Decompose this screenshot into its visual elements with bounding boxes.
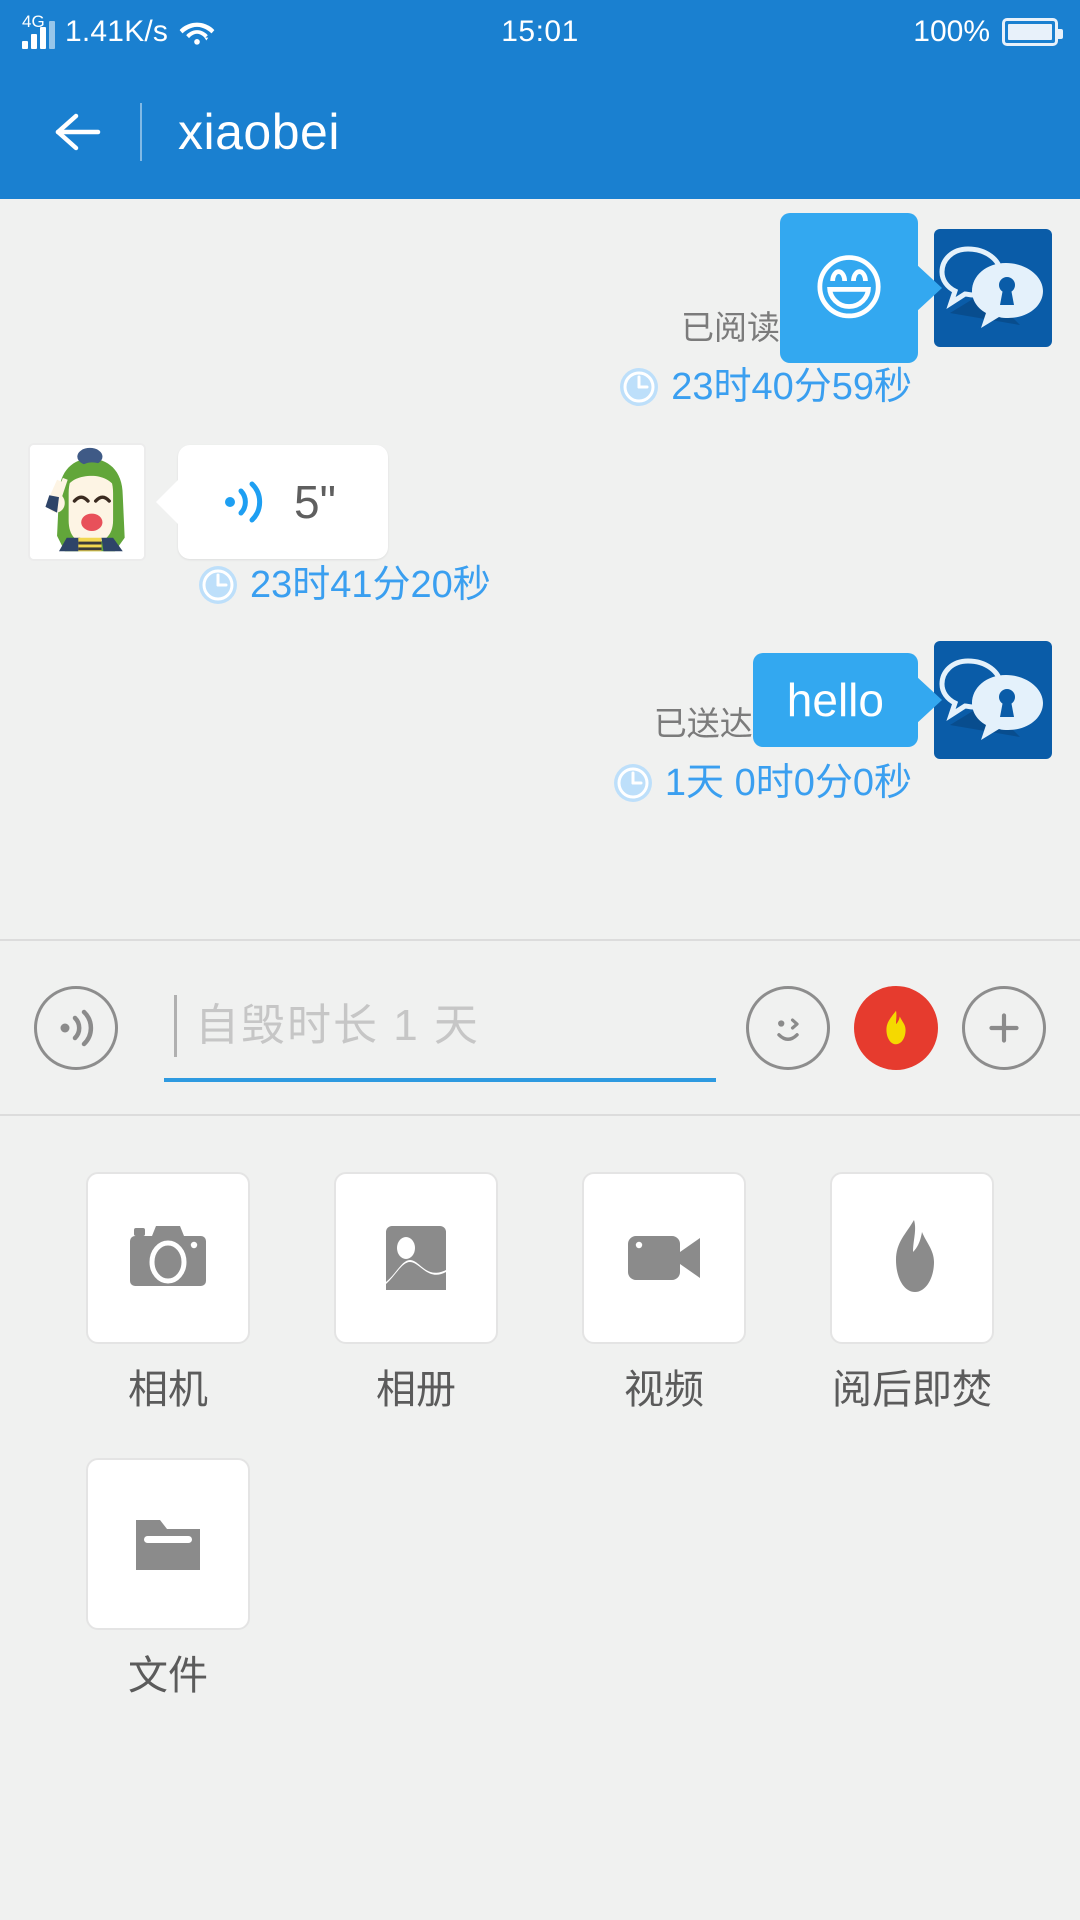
page-title: xiaobei [178, 103, 340, 160]
status-bar: 4G 1.41K/s 15:01 100% [0, 0, 1080, 64]
clock-icon [620, 368, 659, 406]
message-input-placeholder: 自毁时长 1 天 [195, 1000, 480, 1050]
bubble-wrap: 5" [28, 443, 388, 561]
message-item: 已送达 hello 1天 0时0分0秒 [0, 641, 1080, 803]
flame-icon [896, 1220, 934, 1292]
attachment-label: 相册 [376, 1368, 456, 1412]
photo-album-icon [386, 1226, 446, 1290]
clock-icon [613, 764, 652, 802]
app-logo-avatar-icon [934, 229, 1052, 347]
voice-record-button[interactable] [34, 985, 118, 1070]
message-input-bar: 自毁时长 1 天 [0, 941, 1080, 1116]
attachment-item-video[interactable]: 视频 [540, 1172, 788, 1410]
app-bar: xiaobei [0, 64, 1080, 199]
attachment-item-file[interactable]: 文件 [44, 1458, 292, 1696]
message-list[interactable]: 已阅读 😄 23时40分59秒 5" 23时41分20秒 已送达 hello 1… [0, 199, 1080, 941]
cellular-signal-icon: 4G [22, 12, 55, 49]
message-row-outgoing: 已送达 hello [0, 641, 1080, 759]
attachment-label: 文件 [128, 1654, 208, 1698]
clock-icon [199, 566, 237, 604]
emoji-smiley-icon [777, 1018, 799, 1041]
text-caret [174, 994, 177, 1057]
burn-after-reading-button[interactable] [854, 985, 938, 1070]
message-timestamp: 23时40分59秒 [671, 366, 912, 408]
message-timestamp: 23时41分20秒 [250, 564, 491, 606]
message-bubble-voice[interactable]: 5" [178, 445, 388, 559]
camera-icon [130, 1226, 206, 1286]
voice-wave-icon [225, 481, 263, 523]
message-timestamp-row: 23时40分59秒 [0, 367, 1080, 407]
status-bar-right: 100% [579, 15, 1064, 48]
network-type-label: 4G [22, 12, 45, 31]
wifi-icon [179, 22, 215, 45]
title-divider [140, 102, 142, 161]
anime-girl-avatar-icon [30, 445, 144, 559]
attachment-label: 相机 [128, 1368, 208, 1412]
network-speed-label: 1.41K/s [65, 15, 169, 48]
battery-icon [1002, 18, 1064, 46]
voice-duration-label: 5" [294, 476, 336, 528]
attachment-label: 阅后即焚 [832, 1368, 992, 1412]
avatar[interactable] [934, 229, 1052, 347]
attachment-grid: 相机 相册 视频 阅后即焚 文件 [0, 1172, 1080, 1696]
attachment-tile [86, 1458, 250, 1630]
message-bubble[interactable]: 😄 [780, 213, 918, 363]
battery-percent-label: 100% [913, 15, 991, 48]
attachment-tile [86, 1172, 250, 1344]
attachment-label: 视频 [624, 1368, 704, 1412]
video-camera-icon [628, 1236, 700, 1280]
message-status-badge: 已阅读 [681, 309, 780, 346]
input-actions [746, 985, 1046, 1070]
attachment-item-camera[interactable]: 相机 [44, 1172, 292, 1410]
attachment-tile [830, 1172, 994, 1344]
folder-icon [136, 1520, 200, 1570]
plus-icon [989, 1012, 1019, 1043]
status-bar-clock: 15:01 [501, 15, 579, 48]
message-timestamp: 1天 0时0分0秒 [664, 762, 912, 804]
message-item: 已阅读 😄 23时40分59秒 [0, 213, 1080, 407]
bubble-wrap: 😄 [780, 213, 1052, 363]
attachment-tile [582, 1172, 746, 1344]
avatar[interactable] [28, 443, 146, 561]
attachment-tile [334, 1172, 498, 1344]
attachment-panel: 相机 相册 视频 阅后即焚 文件 [0, 1116, 1080, 1920]
app-logo-avatar-icon [934, 641, 1052, 759]
voice-record-icon [60, 1009, 94, 1046]
attachment-item-burn-after-reading[interactable]: 阅后即焚 [788, 1172, 1036, 1410]
message-input-field[interactable]: 自毁时长 1 天 [164, 974, 716, 1082]
status-bar-left: 4G 1.41K/s [22, 12, 501, 49]
flame-burn-icon [886, 1010, 906, 1044]
attachment-item-album[interactable]: 相册 [292, 1172, 540, 1410]
bubble-wrap: hello [752, 641, 1052, 759]
message-timestamp-row: 1天 0时0分0秒 [0, 763, 1080, 803]
avatar[interactable] [934, 641, 1052, 759]
message-item: 5" 23时41分20秒 [0, 443, 1080, 605]
message-timestamp-row: 23时41分20秒 [0, 565, 1080, 605]
message-row-incoming: 5" [0, 443, 1080, 561]
message-status-badge: 已送达 [653, 705, 753, 742]
message-bubble[interactable]: hello [752, 652, 918, 748]
back-arrow-icon[interactable] [52, 106, 104, 158]
emoji-button[interactable] [746, 985, 830, 1070]
message-row-outgoing: 已阅读 😄 [0, 213, 1080, 363]
add-attachment-button[interactable] [962, 985, 1046, 1070]
chat-screen: 4G 1.41K/s 15:01 100% xiaobei 已阅读 😄 23时4… [0, 0, 1080, 1920]
